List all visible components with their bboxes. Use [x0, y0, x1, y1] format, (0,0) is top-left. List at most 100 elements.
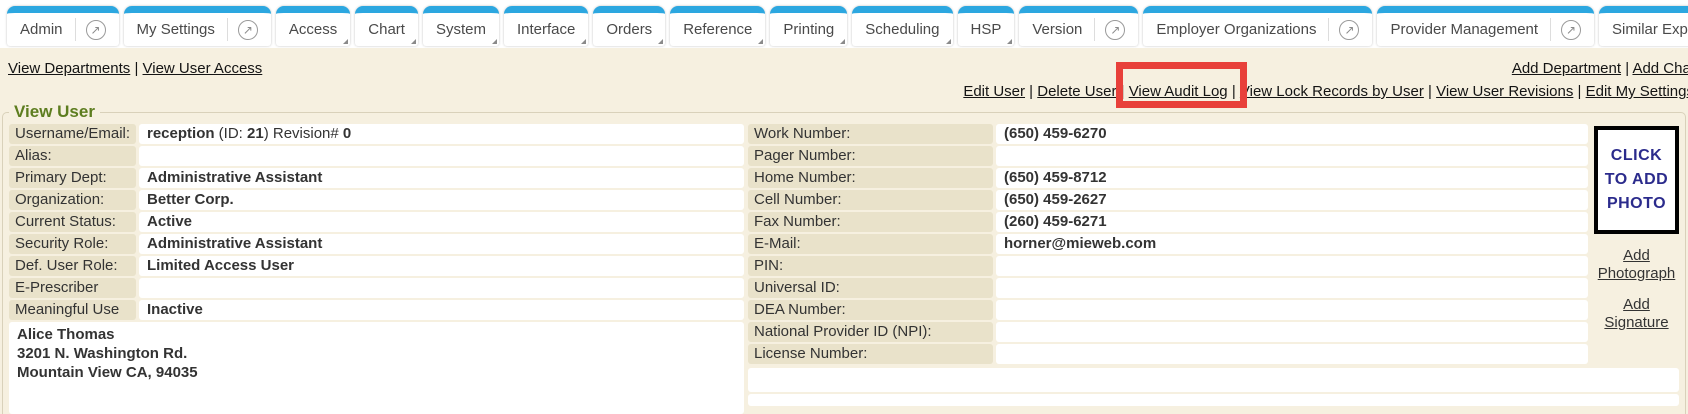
address-line: Alice Thomas: [17, 325, 736, 344]
link-edit-user[interactable]: Edit User: [963, 83, 1025, 100]
field-value: Limited Access User: [139, 256, 744, 276]
tab-chart[interactable]: Chart: [355, 6, 418, 46]
tab-divider: [1094, 18, 1095, 41]
field-value-text: ) Revision#: [264, 125, 343, 142]
field-value: [996, 278, 1588, 298]
field-value: Administrative Assistant: [139, 234, 744, 254]
field-value: reception (ID: 21) Revision# 0: [139, 124, 744, 144]
field-label: Security Role:: [9, 234, 136, 254]
form-row: E-Prescriber: [9, 278, 744, 298]
link-separator: |: [1424, 83, 1436, 100]
form-row: Home Number:(650) 459-8712: [748, 168, 1588, 188]
link-view-user-access[interactable]: View User Access: [143, 60, 263, 77]
tab-orders[interactable]: Orders: [593, 6, 665, 46]
tab-divider: [1328, 18, 1329, 41]
user-form: Alice Thomas3201 N. Washington Rd.Mounta…: [9, 124, 1679, 414]
tab-hsp[interactable]: HSP: [958, 6, 1015, 46]
field-value-text: Administrative Assistant: [147, 235, 322, 252]
link-view-lock-records-by-user[interactable]: View Lock Records by User: [1240, 83, 1424, 100]
form-row: PIN:: [748, 256, 1588, 276]
tab-divider: [1550, 18, 1551, 41]
nav-links-right: Add Department | Add Chart: [1512, 60, 1688, 77]
tab-similar-exposure-groups-segs[interactable]: Similar Exposure Groups (SEGs)↗: [1599, 6, 1688, 46]
tab-interface[interactable]: Interface: [504, 6, 588, 46]
tab-system[interactable]: System: [423, 6, 499, 46]
field-value: (260) 459-6271: [996, 212, 1588, 232]
field-value-text: Limited Access User: [147, 257, 294, 274]
add-photo-placeholder[interactable]: CLICKTO ADDPHOTO: [1594, 126, 1679, 234]
field-value: [996, 344, 1588, 364]
field-label: Fax Number:: [748, 212, 993, 232]
field-label: PIN:: [748, 256, 993, 276]
field-value-text: reception: [147, 125, 215, 142]
link-view-audit-log[interactable]: View Audit Log: [1129, 83, 1228, 100]
link-add-signature[interactable]: Add Signature: [1594, 296, 1679, 332]
tab-employer-organizations[interactable]: Employer Organizations ↗: [1143, 6, 1372, 46]
field-label: Current Status:: [9, 212, 136, 232]
tab-access[interactable]: Access: [276, 6, 350, 46]
field-label: E-Mail:: [748, 234, 993, 254]
external-link-icon: ↗: [1339, 20, 1359, 40]
tab-label: Orders: [606, 14, 652, 46]
field-value-text: Administrative Assistant: [147, 169, 322, 186]
form-row: E-Mail:horner@mieweb.com: [748, 234, 1588, 254]
field-label: E-Prescriber: [9, 278, 136, 298]
address-block: Alice Thomas3201 N. Washington Rd.Mounta…: [9, 322, 744, 414]
field-value: Inactive: [139, 300, 744, 320]
link-add-photograph[interactable]: Add Photograph: [1594, 247, 1679, 283]
tab-provider-management[interactable]: Provider Management↗: [1377, 6, 1594, 46]
field-label: Pager Number:: [748, 146, 993, 166]
link-separator: |: [1116, 83, 1128, 100]
link-edit-my-settings[interactable]: Edit My Settings: [1586, 83, 1688, 100]
field-value-text: (650) 459-6270: [1004, 125, 1107, 142]
field-value-text: 0: [343, 125, 351, 142]
field-value: Administrative Assistant: [139, 168, 744, 188]
link-view-user-revisions[interactable]: View User Revisions: [1436, 83, 1573, 100]
field-value-text: (260) 459-6271: [1004, 213, 1107, 230]
field-value: [996, 256, 1588, 276]
tab-version[interactable]: Version↗: [1019, 6, 1138, 46]
field-label: Meaningful Use: [9, 300, 136, 320]
form-row: Username/Email:reception (ID: 21) Revisi…: [9, 124, 744, 144]
link-delete-user[interactable]: Delete User: [1037, 83, 1116, 100]
field-label: National Provider ID (NPI):: [748, 322, 993, 342]
tab-label: Printing: [783, 14, 834, 46]
link-separator: |: [1025, 83, 1037, 100]
link-add-chart[interactable]: Add Chart: [1632, 60, 1688, 77]
form-row: Alias:: [9, 146, 744, 166]
field-value: Better Corp.: [139, 190, 744, 210]
form-row: Organization:Better Corp.: [9, 190, 744, 210]
link-separator: |: [1621, 60, 1632, 77]
tab-reference[interactable]: Reference: [670, 6, 765, 46]
external-link-icon: ↗: [238, 20, 258, 40]
link-view-departments[interactable]: View Departments: [8, 60, 130, 77]
dropdown-corner-icon: [492, 39, 497, 44]
tab-scheduling[interactable]: Scheduling: [852, 6, 952, 46]
tab-label: Employer Organizations: [1156, 14, 1316, 46]
dropdown-corner-icon: [1007, 39, 1012, 44]
field-value: Active: [139, 212, 744, 232]
field-value: [996, 146, 1588, 166]
field-label: Organization:: [9, 190, 136, 210]
dropdown-corner-icon: [411, 39, 416, 44]
form-row: Security Role: Administrative Assistant: [9, 234, 744, 254]
dropdown-corner-icon: [758, 39, 763, 44]
tab-label: Scheduling: [865, 14, 939, 46]
form-row: National Provider ID (NPI):: [748, 322, 1588, 342]
user-form-left-column: Alice Thomas3201 N. Washington Rd.Mounta…: [9, 124, 744, 414]
form-row: Universal ID:: [748, 278, 1588, 298]
field-value: [996, 300, 1588, 320]
tab-printing[interactable]: Printing: [770, 6, 847, 46]
field-value: [996, 322, 1588, 342]
photo-placeholder-text: TO ADD: [1605, 168, 1668, 192]
link-add-department[interactable]: Add Department: [1512, 60, 1621, 77]
field-value-text: (650) 459-2627: [1004, 191, 1107, 208]
address-line: 3201 N. Washington Rd.: [17, 344, 736, 363]
external-link-icon: ↗: [1105, 20, 1125, 40]
link-separator: |: [1573, 83, 1585, 100]
tab-my-settings[interactable]: My Settings↗: [124, 6, 271, 46]
field-value-text: Active: [147, 213, 192, 230]
tab-admin[interactable]: Admin↗: [7, 6, 119, 46]
field-value: (650) 459-8712: [996, 168, 1588, 188]
form-row: Def. User Role:Limited Access User: [9, 256, 744, 276]
